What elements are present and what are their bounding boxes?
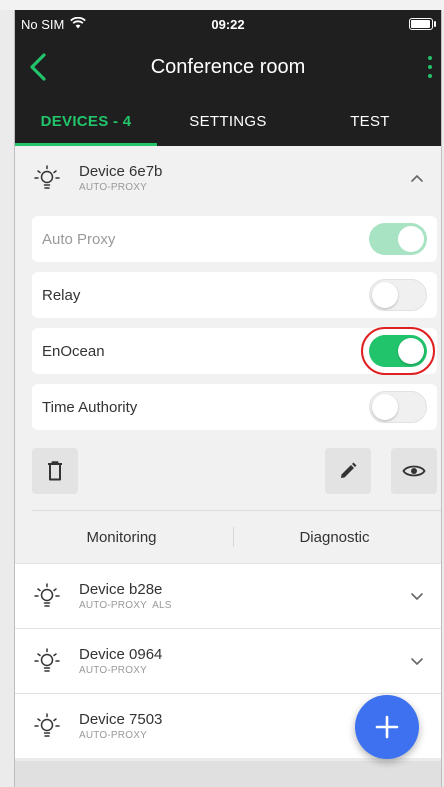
back-button[interactable] [23,50,53,84]
setting-label: Time Authority [42,398,138,416]
device-subtabs: Monitoring Diagnostic [15,511,441,563]
plus-icon [375,715,399,739]
wifi-icon [70,16,87,32]
device-subtitle: AUTO-PROXY [79,182,147,193]
device-subtitle: AUTO-PROXY [79,665,147,676]
expanded-device-panel: Device 6e7b AUTO-PROXY Auto Proxy Relay … [15,146,441,563]
device-names: Device 6e7b AUTO-PROXY [79,163,162,193]
auto-proxy-toggle [369,223,427,255]
time-authority-toggle[interactable] [369,391,427,423]
device-names: Device 7503 AUTO-PROXY [79,711,162,741]
device-names: Device b28e AUTO-PROXY ALS [79,581,172,611]
lightbulb-icon [31,580,63,612]
tab-settings[interactable]: SETTINGS [157,96,299,146]
chevron-up-icon[interactable] [407,168,427,188]
add-device-button[interactable] [355,695,419,759]
relay-toggle[interactable] [369,279,427,311]
status-bar: No SIM 09:22 [15,10,441,38]
subtab-monitoring[interactable]: Monitoring [15,529,228,546]
device-settings-list: Auto Proxy Relay EnOcean Time Authority [15,210,441,430]
phone-screen: No SIM 09:22 Conference room DEVICES - 4… [14,10,442,787]
tab-bar: DEVICES - 4 SETTINGS TEST [15,96,441,146]
lightbulb-icon [31,710,63,742]
device-name: Device 6e7b [79,163,163,180]
bottom-area [15,761,441,787]
device-actions [15,440,441,500]
page-title: Conference room [150,55,306,78]
top-strip [0,0,444,10]
enocean-toggle[interactable] [361,327,435,375]
setting-label: Relay [42,286,81,304]
setting-label: Auto Proxy [42,230,116,248]
device-subtitle: AUTO-PROXY [79,730,147,741]
app-bar: Conference room [15,38,441,96]
lightbulb-icon [31,645,63,677]
setting-row-relay: Relay [32,272,437,318]
chevron-down-icon[interactable] [407,586,427,606]
lightbulb-icon [31,162,63,194]
chevron-left-icon [30,53,46,81]
subtab-diagnostic[interactable]: Diagnostic [228,529,441,546]
tab-test[interactable]: TEST [299,96,441,146]
setting-row-enocean: EnOcean [32,327,437,375]
chevron-down-icon[interactable] [407,651,427,671]
expanded-device-header[interactable]: Device 6e7b AUTO-PROXY [15,146,441,210]
device-name: Device 0964 [79,646,163,663]
device-item-0964[interactable]: Device 0964 AUTO-PROXY [15,628,441,693]
device-name: Device 7503 [79,711,163,728]
edit-button[interactable] [325,448,371,494]
view-button[interactable] [391,448,437,494]
more-vertical-icon[interactable] [425,56,435,78]
subtab-separator [233,527,234,547]
device-item-b28e[interactable]: Device b28e AUTO-PROXY ALS [15,563,441,628]
status-left: No SIM [21,16,87,32]
battery-icon [409,18,436,30]
setting-row-auto-proxy: Auto Proxy [32,216,437,262]
setting-row-time-authority: Time Authority [32,384,437,430]
delete-button[interactable] [32,448,78,494]
carrier-label: No SIM [21,16,65,32]
tab-devices[interactable]: DEVICES - 4 [15,96,157,146]
setting-label: EnOcean [42,342,105,360]
device-subtitle: AUTO-PROXY ALS [79,600,172,611]
eye-icon [402,465,426,477]
trash-icon [48,461,62,481]
pencil-icon [341,462,357,478]
device-actions-right [325,448,437,500]
device-name: Device b28e [79,581,163,598]
device-names: Device 0964 AUTO-PROXY [79,646,162,676]
